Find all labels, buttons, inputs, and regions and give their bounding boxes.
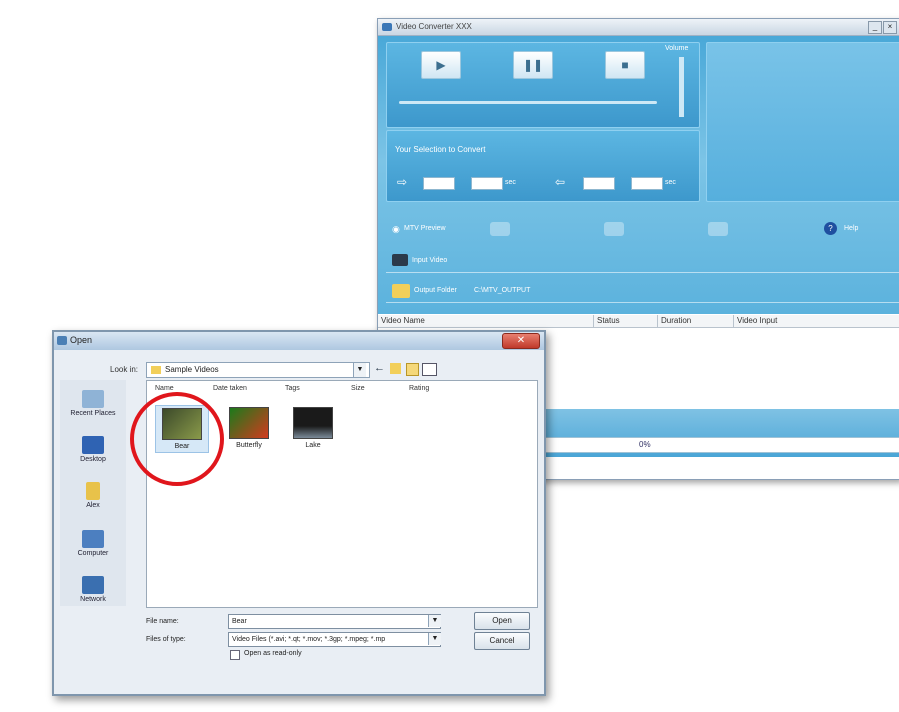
video-list-header: Video Name Status Duration Video Input bbox=[378, 315, 899, 328]
file-type-select[interactable]: Video Files (*.avi; *.qt; *.mov; *.3gp; … bbox=[228, 632, 441, 647]
chevron-down-icon[interactable]: ▼ bbox=[353, 363, 366, 377]
place-label: Computer bbox=[77, 550, 109, 557]
column-size[interactable]: Size bbox=[351, 385, 365, 392]
player-panel: ▶ ❚❚ ■ Volume bbox=[386, 42, 700, 128]
column-date-taken[interactable]: Date taken bbox=[213, 385, 247, 392]
file-name: Butterfly bbox=[236, 442, 262, 449]
output-folder-icon[interactable] bbox=[392, 284, 410, 298]
column-tags[interactable]: Tags bbox=[285, 385, 300, 392]
volume-label: Volume bbox=[665, 45, 689, 52]
column-status[interactable]: Status bbox=[594, 315, 658, 327]
close-icon[interactable]: × bbox=[883, 21, 897, 34]
place-label: Alex bbox=[86, 502, 100, 509]
seek-slider[interactable] bbox=[399, 101, 657, 104]
input-video-icon[interactable] bbox=[392, 254, 408, 266]
help-label[interactable]: Help bbox=[844, 225, 858, 232]
view-menu-icon[interactable] bbox=[422, 363, 437, 376]
converter-body: ▶ ❚❚ ■ Volume Your Selection to Convert … bbox=[378, 36, 899, 314]
place-computer[interactable]: Computer bbox=[60, 530, 126, 557]
place-network[interactable]: Network bbox=[60, 576, 126, 603]
convert-icon[interactable] bbox=[708, 222, 728, 236]
computer-icon bbox=[82, 530, 104, 548]
dialog-title: Open bbox=[70, 335, 93, 345]
column-video-name[interactable]: Video Name bbox=[378, 315, 594, 327]
start-arrow-icon: ⇨ bbox=[397, 175, 408, 189]
dialog-titlebar: Open ✕ bbox=[54, 332, 544, 350]
desktop-icon bbox=[82, 436, 104, 454]
video-preview-panel bbox=[706, 42, 899, 202]
recent-places-icon bbox=[82, 390, 104, 408]
network-icon bbox=[82, 576, 104, 594]
new-folder-icon[interactable] bbox=[406, 363, 419, 376]
look-in-value: Sample Videos bbox=[165, 365, 219, 374]
dialog-icon bbox=[57, 336, 67, 345]
output-path: C:\MTV_OUTPUT bbox=[474, 287, 531, 294]
input-video-label[interactable]: Input Video bbox=[412, 257, 447, 264]
file-type-label: Files of type: bbox=[146, 636, 186, 643]
settings-icon[interactable] bbox=[604, 222, 624, 236]
selection-panel: Your Selection to Convert ⇨ sec ⇦ sec bbox=[386, 130, 700, 202]
open-button[interactable]: Open bbox=[474, 612, 530, 630]
places-bar: Recent Places Desktop Alex Computer Netw… bbox=[60, 380, 126, 606]
video-thumbnail bbox=[293, 407, 333, 439]
play-button[interactable]: ▶ bbox=[421, 51, 461, 79]
column-rating[interactable]: Rating bbox=[409, 385, 429, 392]
start-sec-field[interactable] bbox=[471, 177, 503, 190]
output-folder-label[interactable]: Output Folder bbox=[414, 287, 457, 294]
place-recent[interactable]: Recent Places bbox=[60, 390, 126, 417]
read-only-label[interactable]: Open as read-only bbox=[244, 650, 302, 657]
place-user[interactable]: Alex bbox=[60, 482, 126, 509]
column-duration[interactable]: Duration bbox=[658, 315, 734, 327]
place-label: Recent Places bbox=[70, 410, 116, 417]
mtv-radio-icon[interactable]: ◉ bbox=[392, 224, 400, 235]
place-label: Network bbox=[80, 596, 106, 603]
place-desktop[interactable]: Desktop bbox=[60, 436, 126, 463]
user-folder-icon bbox=[86, 482, 100, 500]
folder-icon bbox=[151, 365, 161, 374]
up-folder-icon[interactable] bbox=[390, 363, 401, 374]
column-name[interactable]: Name bbox=[155, 385, 174, 392]
app-icon bbox=[382, 23, 392, 31]
start-min-field[interactable] bbox=[423, 177, 455, 190]
format-icon[interactable] bbox=[490, 222, 510, 236]
help-icon[interactable]: ? bbox=[824, 222, 837, 235]
stop-button[interactable]: ■ bbox=[605, 51, 645, 79]
cancel-button[interactable]: Cancel bbox=[474, 632, 530, 650]
file-item-lake[interactable]: Lake bbox=[287, 407, 339, 449]
end-min-field[interactable] bbox=[583, 177, 615, 190]
back-icon[interactable]: ← bbox=[374, 362, 385, 374]
file-name-input[interactable]: Bear bbox=[228, 614, 441, 629]
read-only-checkbox[interactable] bbox=[230, 650, 240, 660]
place-label: Desktop bbox=[80, 456, 106, 463]
chevron-down-icon[interactable]: ▼ bbox=[428, 633, 441, 645]
highlight-circle bbox=[130, 392, 224, 486]
mtv-preview-label: MTV Preview bbox=[404, 225, 446, 232]
file-name-label: File name: bbox=[146, 618, 179, 625]
progress-value: 0% bbox=[639, 440, 651, 449]
divider bbox=[386, 302, 899, 303]
column-video-input[interactable]: Video Input bbox=[734, 315, 899, 327]
start-unit-label: sec bbox=[505, 179, 516, 186]
file-name: Lake bbox=[305, 442, 321, 449]
selection-label: Your Selection to Convert bbox=[395, 145, 486, 154]
look-in-combo[interactable]: Sample Videos bbox=[146, 362, 370, 378]
open-dialog: Open ✕ Look in: Sample Videos ▼ ← Recent… bbox=[52, 330, 546, 696]
pause-button[interactable]: ❚❚ bbox=[513, 51, 553, 79]
video-thumbnail bbox=[229, 407, 269, 439]
divider bbox=[386, 272, 899, 273]
end-sec-field[interactable] bbox=[631, 177, 663, 190]
volume-slider[interactable] bbox=[679, 57, 684, 117]
chevron-down-icon[interactable]: ▼ bbox=[428, 615, 441, 627]
minimize-button[interactable]: _ bbox=[868, 21, 882, 34]
converter-title: Video Converter XXX bbox=[396, 22, 472, 31]
look-in-label: Look in: bbox=[110, 365, 139, 374]
file-item-butterfly[interactable]: Butterfly bbox=[223, 407, 275, 449]
end-arrow-icon: ⇦ bbox=[555, 175, 566, 189]
converter-titlebar: Video Converter XXX _ × bbox=[378, 19, 899, 36]
end-unit-label: sec bbox=[665, 179, 676, 186]
close-button[interactable]: ✕ bbox=[502, 333, 540, 349]
